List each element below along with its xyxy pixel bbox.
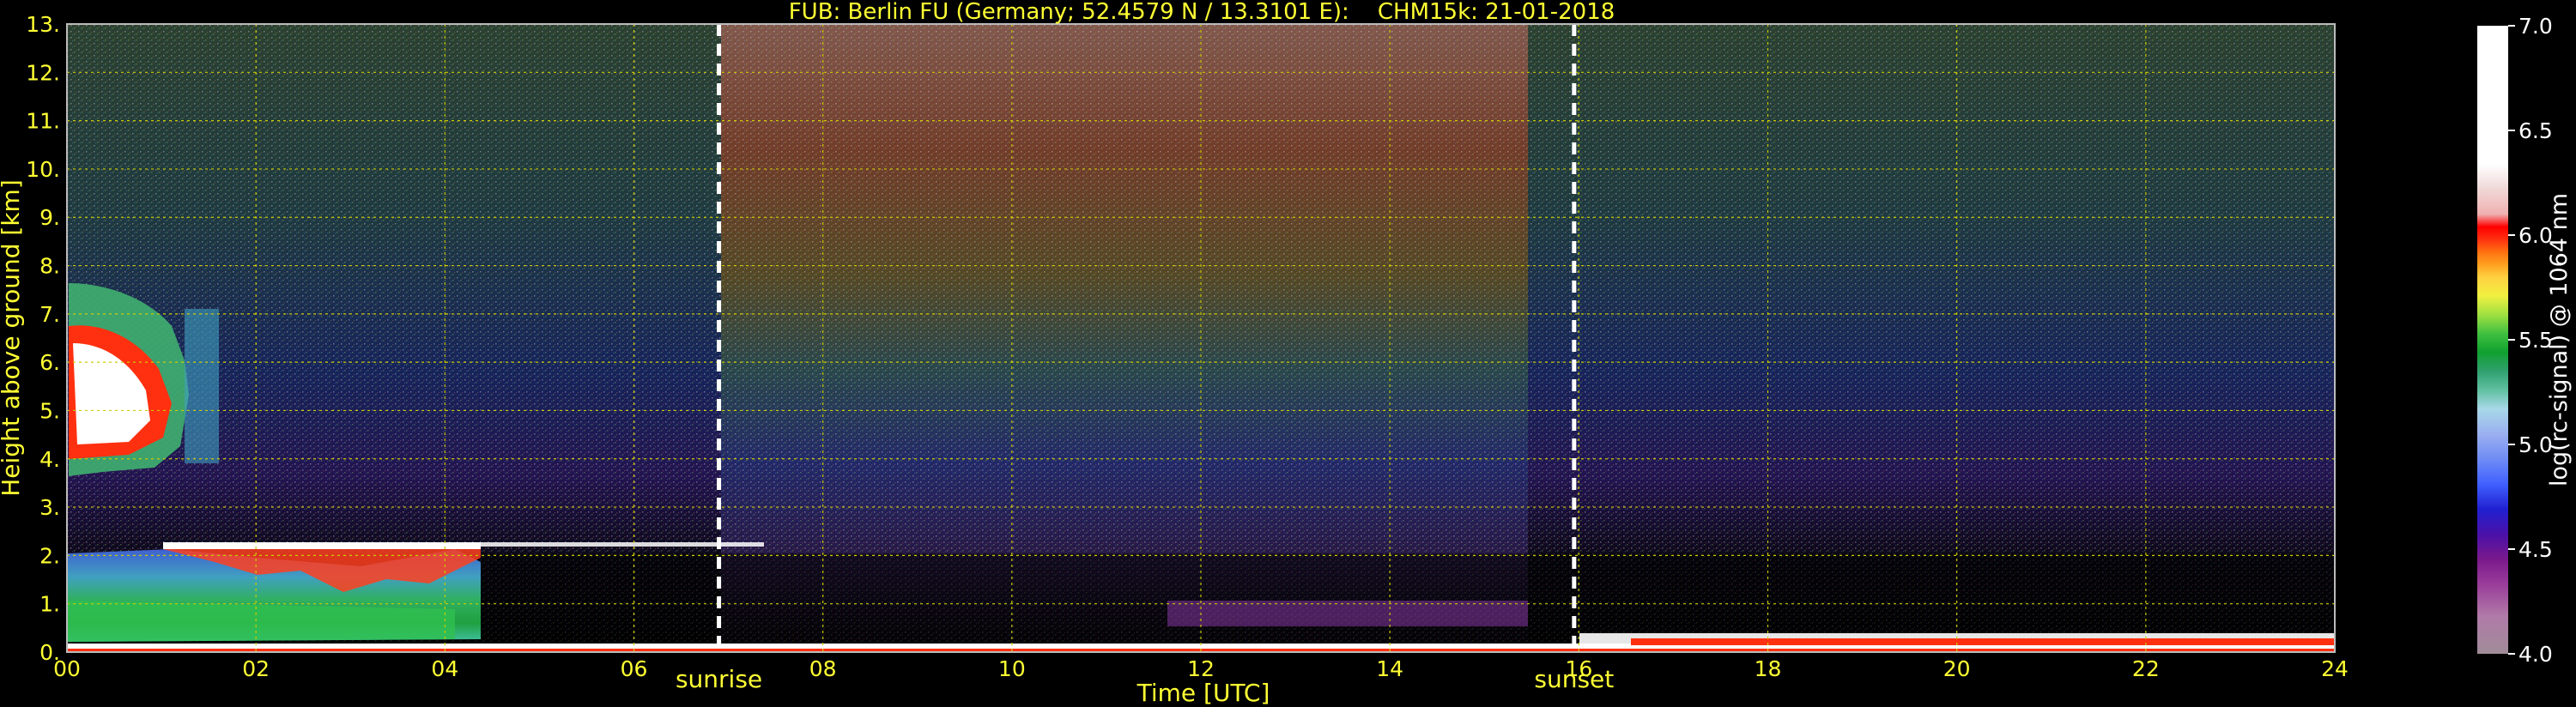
x-tick-label: 02 <box>242 656 270 681</box>
y-tick-label: 8. <box>39 254 60 279</box>
y-tick-label: 2. <box>39 543 60 568</box>
y-tick-label: 7. <box>39 302 60 327</box>
y-tick-label: 4. <box>39 447 60 472</box>
y-tick-label: 1. <box>39 592 60 617</box>
colorbar-label: log(rc-signal) @ 1064 nm <box>2546 193 2573 486</box>
x-tick-label: 22 <box>2132 656 2160 681</box>
y-tick-label: 10. <box>26 157 60 182</box>
x-tick-label: 06 <box>621 656 648 681</box>
y-tick-label: 13. <box>26 12 60 37</box>
ceilometer-chart: 00 02 04 06 08 10 12 14 16 18 20 22 24 0.1.2.3.4.5.6… <box>0 0 2573 707</box>
colorbar: 4.04.55.05.56.06.57.0 log(rc-signal) @ 1… <box>2477 14 2573 667</box>
sunset-label: sunset <box>1534 665 1614 693</box>
sunrise-label: sunrise <box>676 665 762 693</box>
x-tick-label: 14 <box>1376 656 1403 681</box>
x-tick-label: 10 <box>998 656 1026 681</box>
y-tick-label: 11. <box>26 109 60 134</box>
y-tick-label: 5. <box>39 398 60 423</box>
x-tick-label: 18 <box>1755 656 1782 681</box>
y-axis-ticks: 0. 1. 2. 3. 4. 5. 6. 7. 8. 9. 10. 11. 12. 13. <box>26 12 60 665</box>
y-axis-label: Height above ground [km] <box>0 179 25 497</box>
colorbar-tick-label: 7.0 <box>2518 14 2553 39</box>
x-tick-label: 24 <box>2321 656 2349 681</box>
x-tick-label: 08 <box>809 656 837 681</box>
x-tick-label: 04 <box>431 656 458 681</box>
colorbar-tick-label: 6.5 <box>2518 118 2553 143</box>
x-tick-label: 12 <box>1187 656 1215 681</box>
y-tick-label: 0. <box>39 640 60 665</box>
y-tick-label: 12. <box>26 60 60 85</box>
x-tick-label: 20 <box>1943 656 1971 681</box>
colorbar-scale <box>2477 26 2508 654</box>
y-tick-label: 6. <box>39 350 60 375</box>
y-tick-label: 3. <box>39 495 60 520</box>
x-axis-label: Time [UTC] <box>1136 679 1270 707</box>
colorbar-tick-label: 4.0 <box>2518 642 2553 667</box>
x-axis-ticks: 00 02 04 06 08 10 12 14 16 18 20 22 24 <box>53 656 2349 681</box>
chart-title: FUB: Berlin FU (Germany; 52.4579 N / 13.… <box>789 0 1615 25</box>
colorbar-tick-label: 4.5 <box>2518 537 2553 562</box>
y-tick-label: 9. <box>39 205 60 230</box>
